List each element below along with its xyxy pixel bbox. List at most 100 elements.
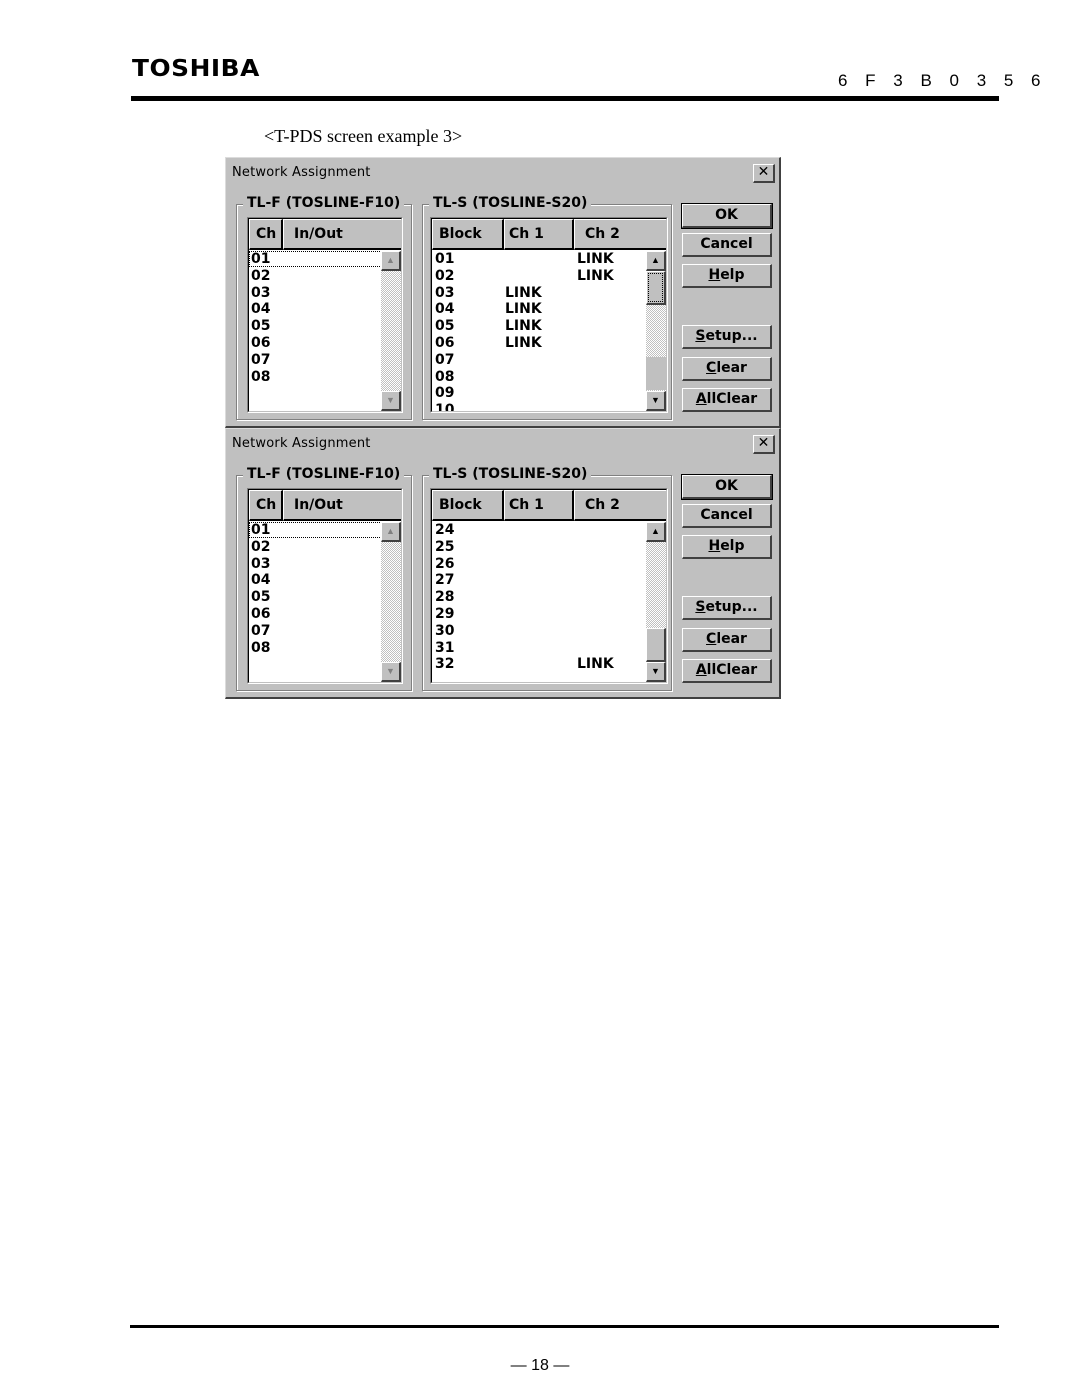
tlf-list-item[interactable]: 08 (249, 369, 381, 386)
help-label: elp (720, 267, 745, 283)
arrow-up-icon: ▲ (386, 255, 395, 265)
tls-scrollbar[interactable]: ▲ ▼ (646, 522, 666, 682)
tls-list-item[interactable]: 04 LINK (432, 301, 646, 318)
scrollbar-thumb[interactable] (646, 271, 666, 305)
setup-button[interactable]: Setup... (682, 325, 772, 349)
scroll-down-button[interactable]: ▼ (646, 391, 666, 411)
column-header-ch2[interactable]: Ch 2 (574, 219, 666, 250)
tlf-scrollbar[interactable]: ▲ ▼ (381, 251, 401, 411)
tls-block-cell: 09 (435, 385, 455, 402)
tls-list-item[interactable]: 06 LINK (432, 335, 646, 352)
tlf-list-item[interactable]: 07 (249, 352, 381, 369)
tlf-ch-cell: 08 (251, 368, 271, 385)
close-button[interactable]: ✕ (753, 435, 775, 454)
column-header-ch[interactable]: Ch (249, 219, 283, 250)
setup-button[interactable]: Setup... (682, 596, 772, 620)
tls-list-item[interactable]: 26 (432, 556, 646, 573)
arrow-down-icon: ▼ (386, 666, 395, 676)
tlf-ch-cell: 07 (251, 351, 271, 368)
tls-list[interactable]: Block Ch 1 Ch 2 24 25 26 27 28 29 30 31 … (430, 488, 668, 684)
tls-list-item[interactable]: 10 (432, 402, 646, 411)
column-header-ch1[interactable]: Ch 1 (504, 490, 574, 521)
tls-list-item[interactable]: 08 (432, 369, 646, 386)
tlf-list-item[interactable]: 04 (249, 572, 381, 589)
document-number: 6 F 3 B 0 3 5 6 (838, 71, 1048, 90)
allclear-label: llClear (706, 391, 758, 407)
tlf-list-item[interactable]: 03 (249, 285, 381, 302)
help-button[interactable]: Help (682, 535, 772, 559)
tlf-ch-cell: 01 (251, 522, 271, 538)
scroll-down-button[interactable]: ▼ (381, 391, 401, 411)
tls-block-cell: 25 (435, 538, 455, 555)
tls-list-item[interactable]: 24 (432, 522, 646, 539)
tls-list-item[interactable]: 29 (432, 606, 646, 623)
tls-list-item[interactable]: 28 (432, 589, 646, 606)
ok-button[interactable]: OK (681, 203, 773, 229)
tlf-list-item[interactable]: 02 (249, 268, 381, 285)
scroll-down-button[interactable]: ▼ (646, 662, 666, 682)
tls-list-item[interactable]: 32 LINK (432, 656, 646, 673)
dialog-title: Network Assignment (232, 165, 371, 180)
tlf-list-item[interactable]: 04 (249, 301, 381, 318)
column-header-inout[interactable]: In/Out (283, 490, 401, 521)
cancel-button[interactable]: Cancel (682, 504, 772, 528)
ok-button[interactable]: OK (681, 474, 773, 500)
scroll-up-button[interactable]: ▲ (646, 251, 666, 271)
tls-scrollbar[interactable]: ▲ ▼ (646, 251, 666, 411)
scroll-up-button[interactable]: ▲ (381, 522, 401, 542)
setup-accel: S (695, 328, 706, 344)
tlf-list-item[interactable]: 05 (249, 318, 381, 335)
tlf-list-item[interactable]: 08 (249, 640, 381, 657)
scroll-down-button[interactable]: ▼ (381, 662, 401, 682)
tls-list-item[interactable]: 01 LINK (432, 251, 646, 268)
tls-list-item[interactable]: 30 (432, 623, 646, 640)
allclear-button[interactable]: AllClear (682, 388, 772, 412)
cancel-button[interactable]: Cancel (682, 233, 772, 257)
tlf-list-item[interactable]: 03 (249, 556, 381, 573)
clear-button[interactable]: Clear (682, 357, 772, 381)
tlf-list-item[interactable]: 02 (249, 539, 381, 556)
scroll-up-button[interactable]: ▲ (381, 251, 401, 271)
tlf-list-item[interactable]: 06 (249, 606, 381, 623)
allclear-label: llClear (706, 662, 758, 678)
tls-list-item[interactable]: 25 (432, 539, 646, 556)
tlf-list-item[interactable]: 01 (249, 522, 381, 539)
tls-block-cell: 32 (435, 656, 455, 673)
clear-button[interactable]: Clear (682, 628, 772, 652)
column-header-ch1[interactable]: Ch 1 (504, 219, 574, 250)
tls-list-item[interactable]: 05 LINK (432, 318, 646, 335)
tls-list-item[interactable]: 03 LINK (432, 285, 646, 302)
allclear-button[interactable]: AllClear (682, 659, 772, 683)
tls-block-cell: 31 (435, 639, 455, 656)
help-button[interactable]: Help (682, 264, 772, 288)
tls-block-cell: 27 (435, 572, 455, 589)
tlf-list[interactable]: Ch In/Out 01 02 03 04 05 06 07 08 ▲ ▼ (247, 488, 403, 684)
column-header-block[interactable]: Block (432, 219, 504, 250)
close-button[interactable]: ✕ (753, 164, 775, 183)
tlf-list-item[interactable]: 05 (249, 589, 381, 606)
tlf-list-item[interactable]: 07 (249, 623, 381, 640)
help-accel: H (708, 538, 721, 554)
column-header-inout[interactable]: In/Out (283, 219, 401, 250)
scrollbar-thumb[interactable] (646, 628, 666, 662)
column-header-ch[interactable]: Ch (249, 490, 283, 521)
column-header-ch2[interactable]: Ch 2 (574, 490, 666, 521)
tlf-group: TL-F (TOSLINE-F10) Ch In/Out 01 02 03 04… (236, 195, 412, 420)
column-header-block[interactable]: Block (432, 490, 504, 521)
tls-list[interactable]: Block Ch 1 Ch 2 01 LINK 02 LINK 03 LINK (430, 217, 668, 413)
tls-list-item[interactable]: 31 (432, 640, 646, 657)
tls-list-item[interactable]: 02 LINK (432, 268, 646, 285)
tlf-list-item[interactable]: 01 (249, 251, 381, 268)
tlf-ch-cell: 01 (251, 251, 271, 267)
tlf-list-item[interactable]: 06 (249, 335, 381, 352)
scroll-up-button[interactable]: ▲ (646, 522, 666, 542)
tls-ch1-cell: LINK (505, 318, 542, 335)
tlf-scrollbar[interactable]: ▲ ▼ (381, 522, 401, 682)
tls-list-item[interactable]: 09 (432, 385, 646, 402)
tlf-list[interactable]: Ch In/Out 01 02 03 04 05 06 07 08 ▲ ▼ (247, 217, 403, 413)
tls-list-item[interactable]: 27 (432, 572, 646, 589)
close-icon: ✕ (757, 164, 770, 180)
tls-list-item[interactable]: 07 (432, 352, 646, 369)
scrollbar-track-page[interactable] (646, 357, 666, 390)
page-number: — 18 — (510, 1357, 570, 1374)
